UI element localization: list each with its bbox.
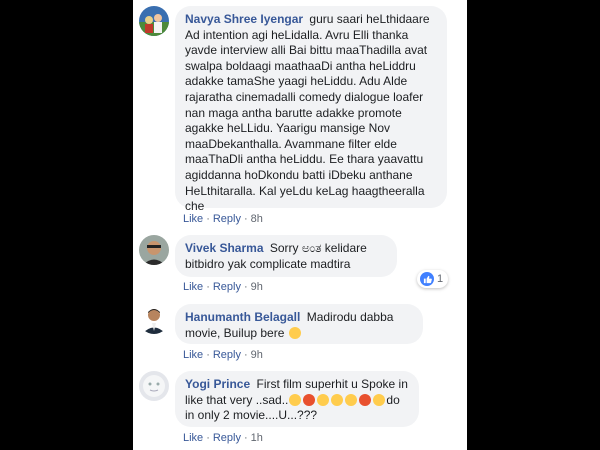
angry-face-emoji-icon (359, 393, 372, 406)
comment-actions: Like · Reply · 8h (183, 213, 263, 225)
avatar-vivek[interactable] (139, 235, 169, 265)
unamused-face-emoji-icon (331, 393, 344, 406)
timestamp[interactable]: 1h (251, 432, 263, 444)
comment-author[interactable]: Navya Shree Iyengar (185, 12, 303, 26)
comment-bubble: Navya Shree Iyengar guru saari heLthidaa… (175, 6, 447, 213)
angry-face-emoji-icon (303, 393, 316, 406)
reply-link[interactable]: Reply (213, 349, 241, 361)
avatar-hanumanth[interactable] (139, 304, 169, 334)
comment-actions: Like · Reply · 1h (183, 432, 263, 444)
comment-author[interactable]: Yogi Prince (185, 377, 250, 391)
comment-actions: Like · Reply · 9h (183, 349, 263, 361)
avatar-navya[interactable] (139, 6, 169, 36)
like-link[interactable]: Like (183, 281, 203, 293)
comment-actions: Like · Reply · 9h (183, 281, 263, 293)
comment-author[interactable]: Hanumanth Belagall (185, 310, 300, 324)
reaction-count: 1 (437, 273, 444, 285)
unamused-face-emoji-icon (317, 393, 330, 406)
comment-bubble: Vivek Sharma Sorry ಅಂತ kelidare bitbidro… (175, 235, 397, 277)
like-link[interactable]: Like (183, 432, 203, 444)
unamused-face-emoji-icon (345, 393, 358, 406)
comment-bubble: Yogi Prince First film superhit u Spoke … (175, 371, 419, 427)
comment-text: guru saari heLthidaare Ad intention agi … (185, 12, 430, 214)
like-reaction-icon (420, 272, 434, 286)
comment-author[interactable]: Vivek Sharma (185, 241, 264, 255)
face-with-rolling-eyes-emoji-icon (288, 326, 301, 339)
winking-tongue-emoji-icon (289, 393, 302, 406)
avatar-yogi[interactable] (139, 371, 169, 401)
reply-link[interactable]: Reply (213, 281, 241, 293)
like-link[interactable]: Like (183, 349, 203, 361)
timestamp[interactable]: 9h (251, 281, 263, 293)
timestamp[interactable]: 8h (251, 213, 263, 225)
reply-link[interactable]: Reply (213, 432, 241, 444)
reaction-badge[interactable]: 1 (417, 270, 449, 288)
comment-bubble: Hanumanth Belagall Madirodu dabba movie,… (175, 304, 423, 344)
unamused-face-emoji-icon (373, 393, 386, 406)
timestamp[interactable]: 9h (251, 349, 263, 361)
comments-panel: Navya Shree Iyengar guru saari heLthidaa… (133, 0, 467, 450)
like-link[interactable]: Like (183, 213, 203, 225)
reply-link[interactable]: Reply (213, 213, 241, 225)
